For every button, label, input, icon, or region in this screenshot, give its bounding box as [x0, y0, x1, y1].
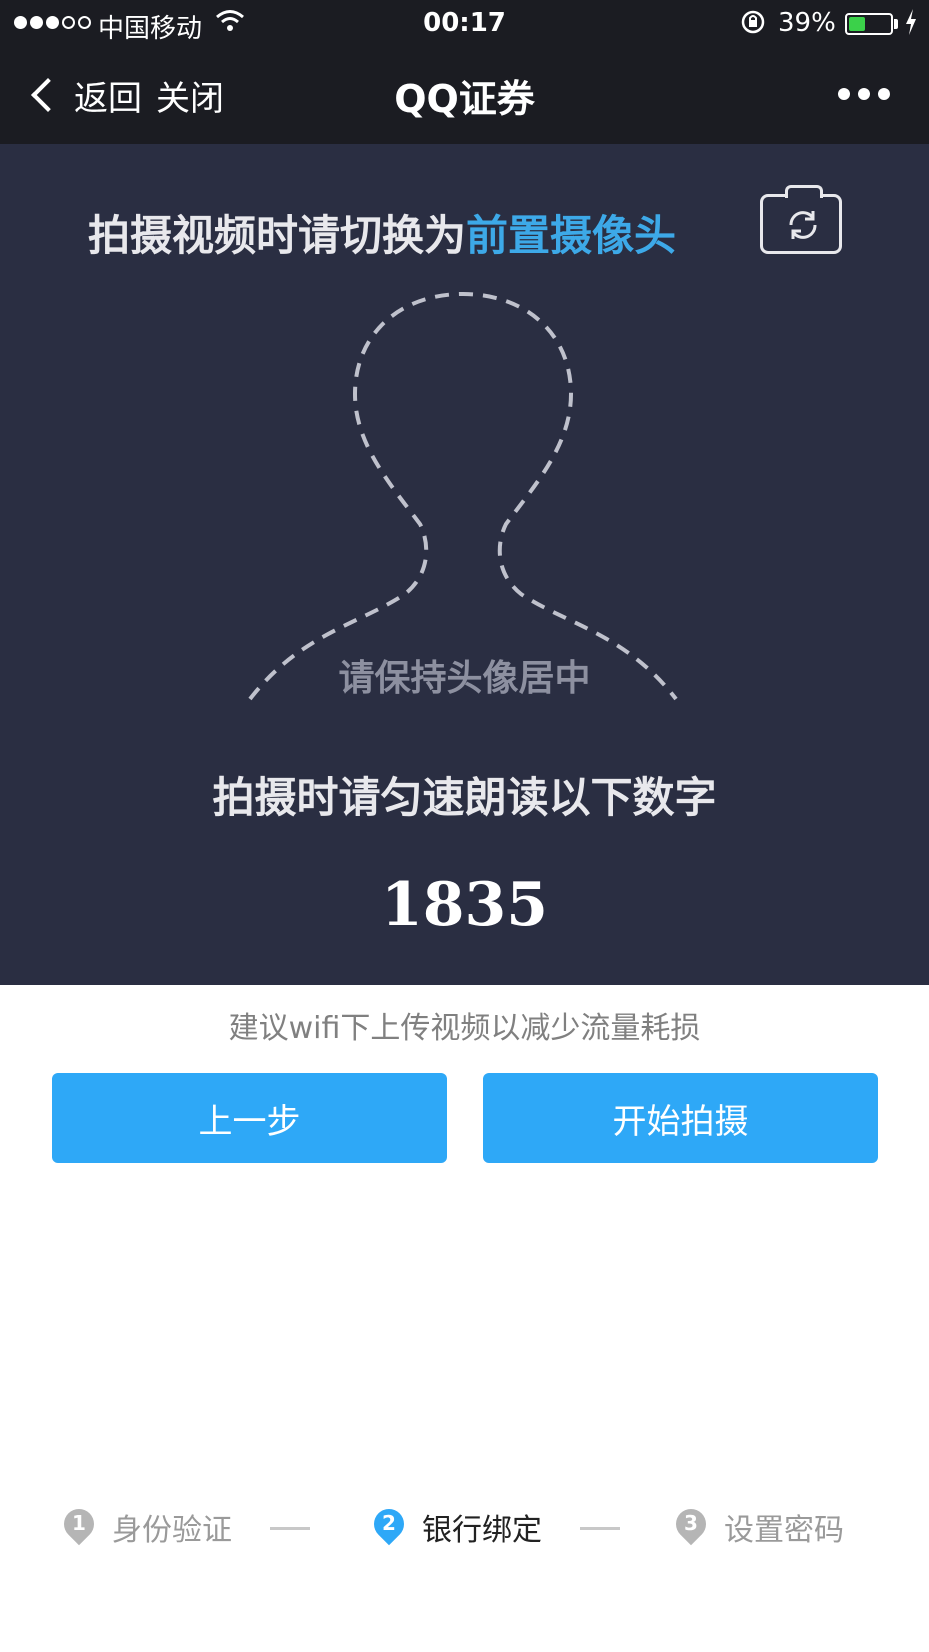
camera-preview-panel: 拍摄视频时请切换为前置摄像头 请保持头像居中 拍摄时请匀速朗读以下数字 1835	[0, 144, 929, 985]
hint-prefix: 拍摄视频时请切换为	[88, 211, 467, 260]
start-recording-button[interactable]: 开始拍摄	[483, 1073, 878, 1163]
step-divider	[580, 1527, 620, 1530]
camera-switch-hint: 拍摄视频时请切换为前置摄像头	[88, 202, 676, 263]
step-1-icon: 1	[57, 1502, 101, 1546]
head-outline-guide	[248, 291, 678, 701]
step-label: 设置密码	[724, 1513, 844, 1548]
nav-bar: 返回 关闭 QQ证券	[0, 48, 929, 144]
switch-camera-icon[interactable]	[760, 185, 842, 254]
step-2-icon: 2	[367, 1502, 411, 1546]
step-identity: 1 身份验证	[57, 1502, 232, 1549]
wifi-tip: 建议wifi下上传视频以减少流量耗损	[228, 1011, 701, 1046]
charging-icon	[904, 8, 918, 43]
center-head-hint: 请保持头像居中	[338, 658, 591, 699]
verification-code: 1835	[381, 870, 548, 940]
page-title: QQ证券	[394, 77, 535, 121]
more-dots-icon[interactable]	[838, 88, 890, 100]
battery-percent: 39%	[778, 8, 836, 38]
hint-accent: 前置摄像头	[466, 211, 677, 260]
progress-steps: 1 身份验证 2 银行绑定 3 设置密码	[0, 1502, 929, 1555]
battery-cap	[894, 19, 898, 29]
step-bank: 2 银行绑定	[367, 1502, 542, 1549]
rotation-lock-icon	[740, 9, 766, 42]
step-password: 3 设置密码	[669, 1502, 844, 1549]
read-digits-hint: 拍摄时请匀速朗读以下数字	[212, 773, 717, 822]
step-label: 银行绑定	[422, 1513, 542, 1548]
battery-icon	[845, 13, 893, 35]
status-bar: 中国移动 00:17 39%	[0, 0, 929, 48]
battery-level	[849, 17, 865, 31]
step-divider	[270, 1527, 310, 1530]
step-3-icon: 3	[669, 1502, 713, 1546]
step-label: 身份验证	[112, 1513, 232, 1548]
previous-step-button[interactable]: 上一步	[52, 1073, 447, 1163]
